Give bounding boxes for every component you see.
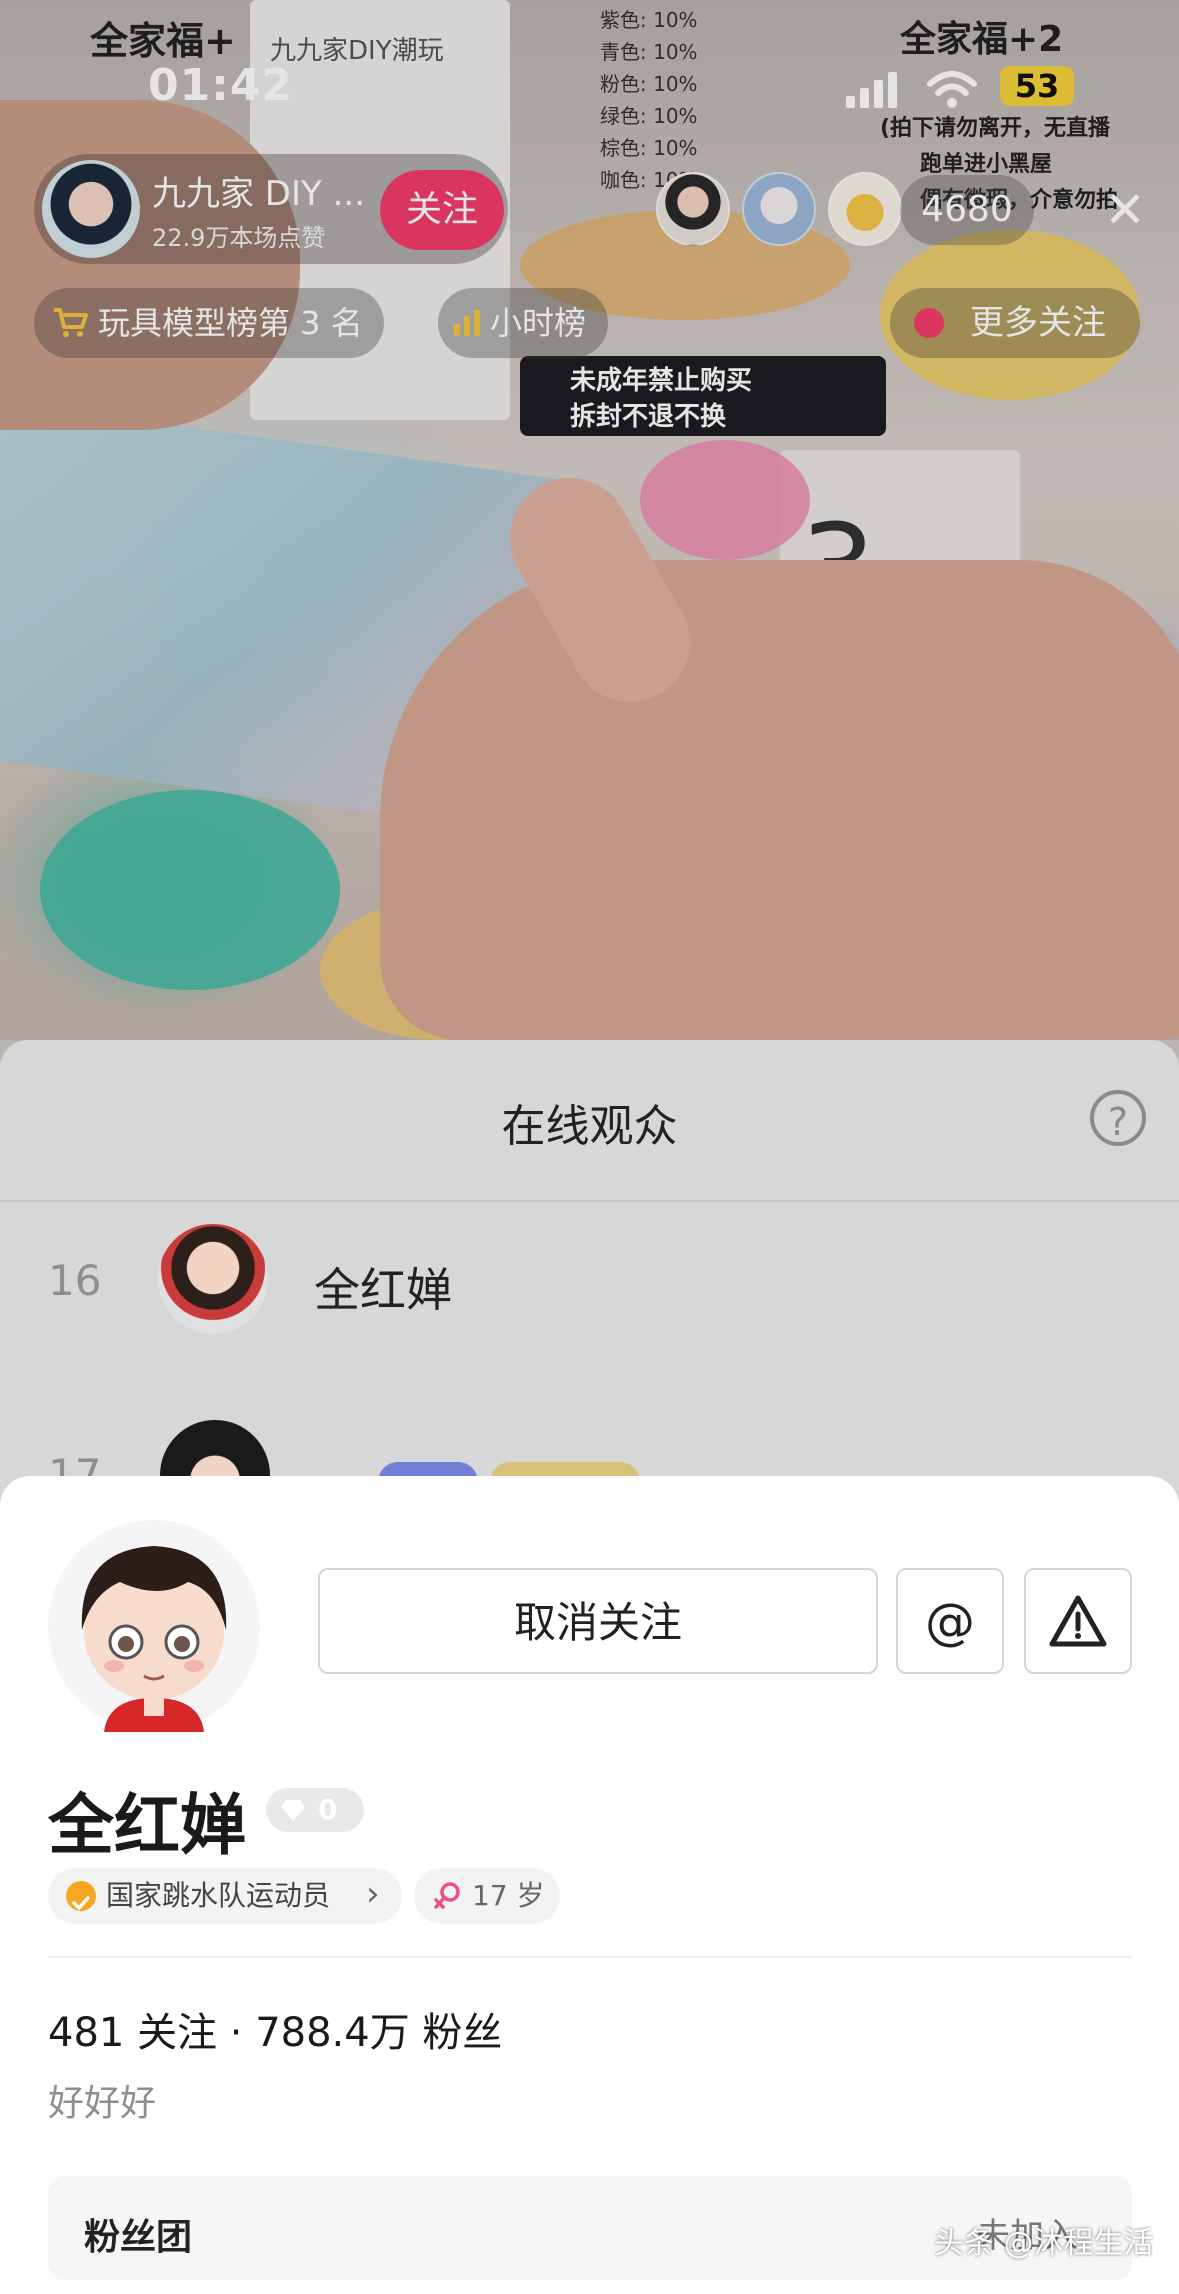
fan-club-label: 粉丝团 [84, 2217, 193, 2258]
audience-name: 全红婵 [314, 1263, 452, 1317]
report-button[interactable] [1024, 1568, 1132, 1674]
audience-avatar [160, 1420, 270, 1480]
help-icon[interactable]: ? [1090, 1090, 1146, 1146]
profile-bio: 好好好 [48, 2083, 157, 2124]
profile-avatar[interactable] [48, 1520, 260, 1732]
audience-row[interactable]: 16 全红婵 [0, 1220, 1179, 1340]
watermark: 头条 @沐程生活 [934, 2226, 1154, 2261]
avatar-illustration [50, 1522, 258, 1732]
warning-icon [1049, 1595, 1107, 1647]
follow-stats[interactable]: 481 关注 · 788.4万 粉丝 [48, 2000, 502, 2058]
level-badge: 0 [266, 1788, 364, 1832]
female-icon [434, 1882, 460, 1909]
verified-icon [66, 1881, 96, 1911]
chevron-right-icon: › [366, 1874, 380, 1914]
audience-rank: 16 [48, 1256, 102, 1305]
audience-sheet-title: 在线观众 [501, 1101, 678, 1152]
audience-row[interactable]: 17 [0, 1410, 1179, 1480]
audience-avatar [158, 1224, 268, 1334]
mention-button[interactable]: @ [896, 1568, 1004, 1674]
unfollow-button[interactable]: 取消关注 [318, 1568, 878, 1674]
profile-name: 全红婵 [48, 1787, 246, 1864]
diamond-icon [281, 1800, 305, 1821]
audience-divider [0, 1200, 1179, 1202]
at-icon: @ [925, 1593, 975, 1651]
profile-divider [48, 1956, 1132, 1958]
verified-tag[interactable]: 国家跳水队运动员 › [48, 1868, 402, 1924]
age-label: 17 岁 [472, 1879, 545, 1912]
age-tag: 17 岁 [414, 1868, 560, 1924]
level-value: 0 [318, 1793, 338, 1826]
verified-tag-label: 国家跳水队运动员 [106, 1879, 331, 1912]
